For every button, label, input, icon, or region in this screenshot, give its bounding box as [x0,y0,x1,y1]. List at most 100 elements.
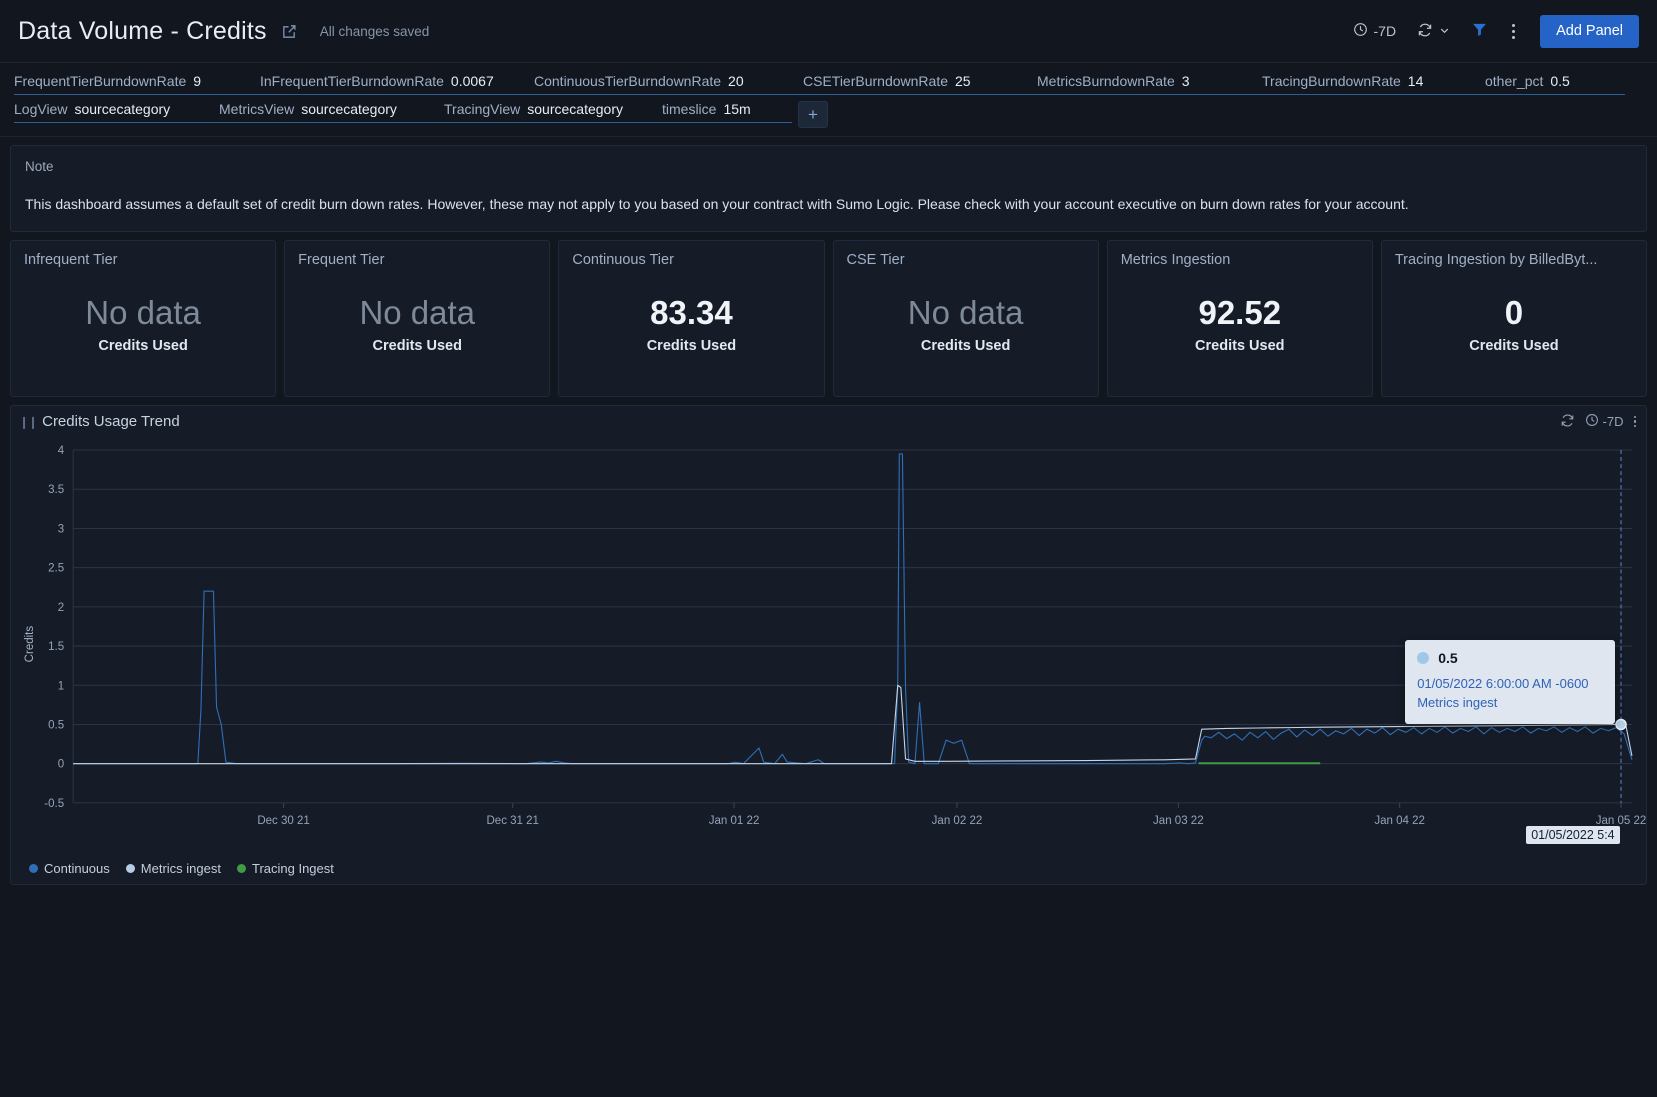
y-axis-tick-label: 4 [58,445,65,457]
variable-tracingview[interactable]: TracingView sourcecategory [444,101,662,123]
kpi-title: Continuous Tier [572,251,674,268]
refresh-icon [1560,413,1575,431]
y-axis-tick-label: 0.5 [48,719,64,731]
kpi-card-infrequent-tier[interactable]: Infrequent Tier No data Credits Used [10,239,277,397]
kpi-subtitle: Credits Used [372,337,462,354]
variable-underline [14,94,260,95]
kebab-menu-icon[interactable] [1500,23,1527,39]
variable-value: 3 [1181,73,1190,89]
y-axis-tick-label: 2 [58,601,64,613]
kpi-card-metrics-ingestion[interactable]: Metrics Ingestion 92.52 Credits Used [1106,239,1373,397]
kpi-value: 83.34 [650,293,733,331]
kpi-card-frequent-tier[interactable]: Frequent Tier No data Credits Used [284,239,551,397]
kpi-subtitle: Credits Used [1195,337,1285,354]
share-icon[interactable] [281,23,298,40]
kpi-body: No data Credits Used [298,268,536,396]
time-range-label: -7D [1373,23,1397,39]
variable-value: 15m [723,101,751,117]
kpi-title: Frequent Tier [298,251,385,268]
dashboard-app: Data Volume - Credits All changes saved … [0,0,1657,1097]
filter-icon [1471,21,1488,41]
variable-continuoustierburndownrate[interactable]: ContinuousTierBurndownRate 20 [534,73,803,95]
chart-time-range[interactable]: -7D [1585,413,1624,430]
y-axis-title: Credits [24,625,36,662]
time-range-picker[interactable]: -7D [1344,15,1406,47]
highlighted-data-point [1615,718,1627,730]
drag-handle-icon[interactable]: ❙❙ [19,415,38,429]
variable-tracingburndownrate[interactable]: TracingBurndownRate 14 [1262,73,1485,95]
x-axis-tick-label: Jan 01 22 [709,815,760,827]
kpi-card-tracing-ingestion[interactable]: Tracing Ingestion by BilledByt... 0 Cred… [1380,239,1648,397]
chart-refresh-button[interactable] [1560,413,1575,431]
variable-csetierburndownrate[interactable]: CSETierBurndownRate 25 [803,73,1037,95]
y-axis-tick-label: 3 [58,523,64,535]
variable-value: sourcecategory [74,101,171,117]
x-axis-tick-label: Jan 02 22 [932,815,983,827]
variable-metricsburndownrate[interactable]: MetricsBurndownRate 3 [1037,73,1262,95]
chart-legend: Continuous Metrics ingest Tracing Ingest [11,854,1646,884]
clock-icon [1353,22,1368,40]
variable-logview[interactable]: LogView sourcecategory [14,101,219,123]
variable-label: LogView [14,101,68,117]
variable-metricsview[interactable]: MetricsView sourcecategory [219,101,444,123]
variables-row-2: LogView sourcecategory MetricsView sourcec… [14,101,1643,128]
page-title: Data Volume - Credits [18,16,267,45]
series-line-continuous [73,452,1633,764]
kpi-title: CSE Tier [846,251,905,268]
variable-label: MetricsView [219,101,295,117]
variable-underline [534,94,803,95]
variable-label: InFrequentTierBurndownRate [260,73,444,89]
chart-tooltip: 0.5 01/05/2022 6:00:00 AM -0600 Metrics … [1405,640,1616,724]
legend-item-metrics-ingest[interactable]: Metrics ingest [125,861,221,876]
legend-label: Tracing Ingest [251,861,334,877]
tooltip-timestamp: 01/05/2022 6:00:00 AM -0600 [1417,676,1589,692]
variable-underline [1485,94,1625,95]
variable-timeslice[interactable]: timeslice 15m [662,101,792,123]
refresh-icon [1417,22,1433,41]
x-axis-tick-label: Jan 05 22 [1596,815,1646,827]
add-panel-button[interactable]: Add Panel [1540,14,1639,48]
credits-usage-trend-panel: ❙❙ Credits Usage Trend -7D 4 3.5 3 2.5 2… [10,404,1647,885]
y-axis-tick-label: 2.5 [48,562,64,574]
x-axis-tick-label: Jan 04 22 [1374,815,1425,827]
variable-value: sourcecategory [527,101,623,117]
x-axis-tick-label: Dec 31 21 [486,815,538,827]
chart-plot-area[interactable]: 4 3.5 3 2.5 2 1.5 1 0.5 0 -0.5 Credits Dec 30 21 Dec… [11,438,1646,854]
kpi-body: No data Credits Used [24,268,262,396]
variable-underline [444,122,662,123]
filter-button[interactable] [1462,15,1497,47]
kpi-body: No data Credits Used [847,268,1085,396]
variable-infrequenttierburndownrate[interactable]: InFrequentTierBurndownRate 0.0067 [260,73,534,95]
kpi-body: 92.52 Credits Used [1121,268,1359,396]
variable-frequenttierburndownrate[interactable]: FrequentTierBurndownRate 9 [14,73,260,95]
kpi-card-cse-tier[interactable]: CSE Tier No data Credits Used [832,239,1099,397]
clock-icon [1585,413,1599,430]
y-axis-tick-label: 0 [58,758,64,770]
add-variable-button[interactable]: + [798,101,828,128]
y-axis-tick-label: 1 [58,680,64,692]
legend-item-continuous[interactable]: Continuous [29,861,110,876]
refresh-button[interactable] [1408,15,1459,47]
variable-label: ContinuousTierBurndownRate [534,73,722,89]
legend-dot [29,864,38,874]
y-axis-tick-label: -0.5 [44,797,64,809]
y-axis-tick-label: 3.5 [48,484,64,496]
variable-value: sourcecategory [301,101,397,117]
kpi-body: 0 Credits Used [1395,268,1633,396]
kpi-subtitle: Credits Used [920,337,1011,354]
variable-value: 0.0067 [450,73,494,89]
chart-kebab-menu-icon[interactable] [1633,415,1636,428]
variable-label: other_pct [1485,73,1544,89]
kpi-card-continuous-tier[interactable]: Continuous Tier 83.34 Credits Used [558,239,825,397]
save-status: All changes saved [319,23,430,39]
legend-item-tracing-ingest[interactable]: Tracing Ingest [236,861,334,877]
kpi-title: Tracing Ingestion by BilledByt... [1394,251,1598,268]
variable-other-pct[interactable]: other_pct 0.5 [1485,73,1625,95]
legend-dot [236,864,246,874]
variable-underline [662,122,792,123]
kpi-title: Metrics Ingestion [1120,251,1231,268]
y-axis-tick-label: 1.5 [48,641,64,653]
chevron-down-icon [1439,23,1450,39]
kpi-value: 0 [1504,293,1524,331]
x-axis-tick-label: Jan 03 22 [1153,815,1204,827]
